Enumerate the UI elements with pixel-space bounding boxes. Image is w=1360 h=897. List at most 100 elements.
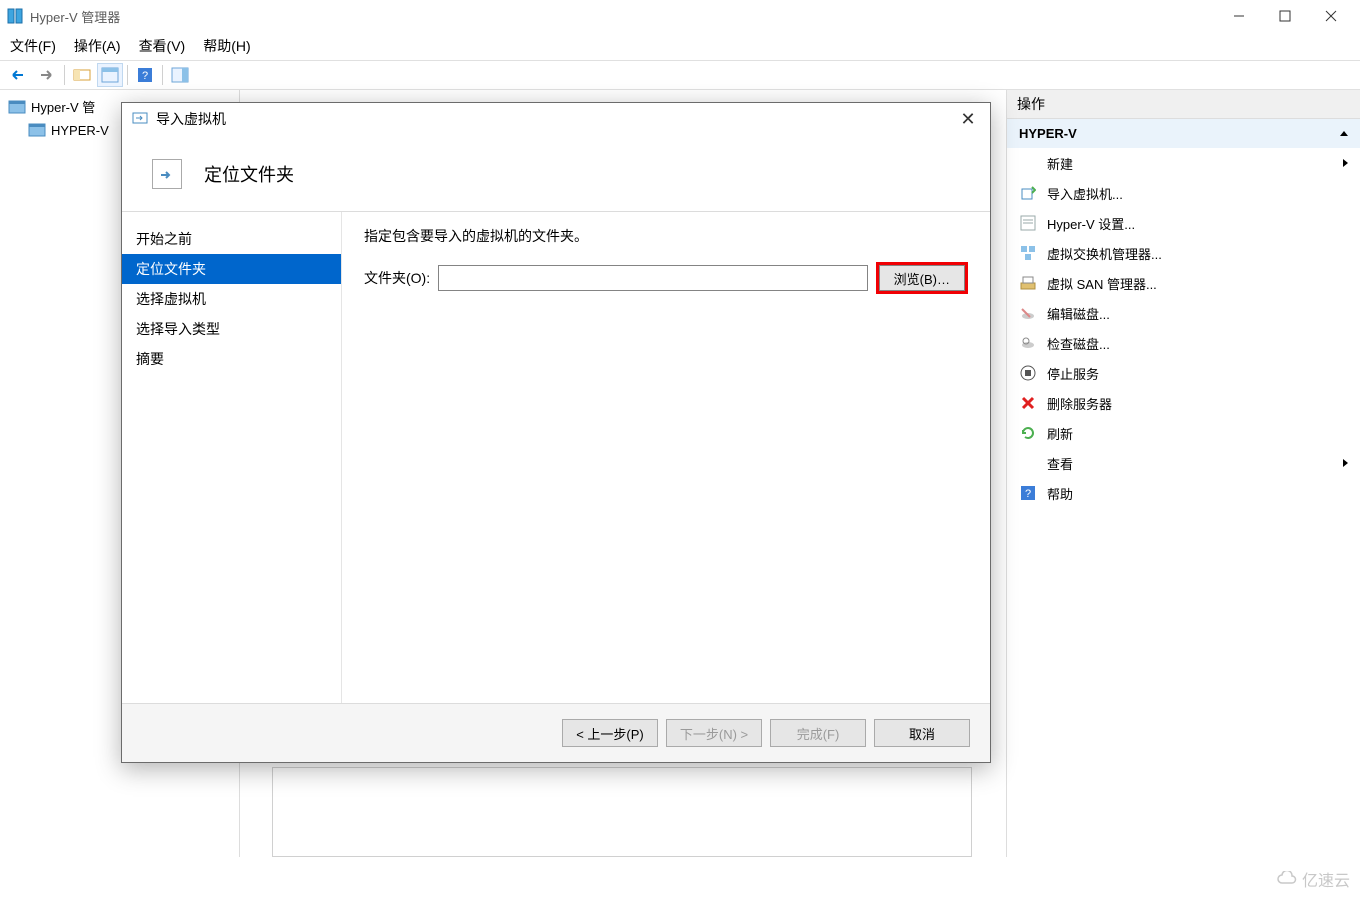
browse-highlight: 浏览(B)… xyxy=(876,262,968,294)
action-label: 停止服务 xyxy=(1047,364,1099,383)
dialog-header: 定位文件夹 xyxy=(122,135,990,211)
chevron-right-icon xyxy=(1343,159,1348,167)
forward-button[interactable] xyxy=(34,63,60,87)
action-inspect-disk[interactable]: 检查磁盘... xyxy=(1007,328,1360,358)
minimize-button[interactable] xyxy=(1216,0,1262,32)
import-vm-dialog: 导入虚拟机 ✕ 定位文件夹 开始之前 定位文件夹 选择虚拟机 选择导入类型 摘要… xyxy=(121,102,991,763)
dialog-nav: 开始之前 定位文件夹 选择虚拟机 选择导入类型 摘要 xyxy=(122,212,342,703)
blank-icon xyxy=(1019,154,1037,172)
dialog-content: 指定包含要导入的虚拟机的文件夹。 文件夹(O): 浏览(B)… xyxy=(342,212,990,703)
window-controls xyxy=(1216,0,1354,32)
app-title: Hyper-V 管理器 xyxy=(30,7,120,26)
actions-server-label: HYPER-V xyxy=(1019,126,1077,141)
show-action-pane-button[interactable] xyxy=(167,63,193,87)
close-button[interactable] xyxy=(1308,0,1354,32)
chevron-up-icon xyxy=(1340,131,1348,136)
cancel-button[interactable]: 取消 xyxy=(874,719,970,747)
menu-view[interactable]: 查看(V) xyxy=(139,36,186,56)
vsan-icon xyxy=(1019,274,1037,292)
action-label: 查看 xyxy=(1047,454,1073,473)
inspect-disk-icon xyxy=(1019,334,1037,352)
actions-panel: 操作 HYPER-V 新建 导入虚拟机... Hyper-V 设置... xyxy=(1006,90,1360,857)
action-import-vm[interactable]: 导入虚拟机... xyxy=(1007,178,1360,208)
svg-text:?: ? xyxy=(142,70,148,82)
actions-header: 操作 xyxy=(1007,90,1360,119)
menu-bar: 文件(F) 操作(A) 查看(V) 帮助(H) xyxy=(0,32,1360,60)
help-button[interactable]: ? xyxy=(132,63,158,87)
maximize-button[interactable] xyxy=(1262,0,1308,32)
delete-icon xyxy=(1019,394,1037,412)
import-icon xyxy=(1019,184,1037,202)
dialog-title-bar: 导入虚拟机 ✕ xyxy=(122,103,990,135)
action-label: 虚拟 SAN 管理器... xyxy=(1047,274,1157,293)
nav-locate-folder[interactable]: 定位文件夹 xyxy=(122,254,341,284)
separator xyxy=(64,65,65,85)
svg-text:?: ? xyxy=(1025,488,1031,500)
action-label: 编辑磁盘... xyxy=(1047,304,1110,323)
nav-summary[interactable]: 摘要 xyxy=(122,344,341,374)
action-hyperv-settings[interactable]: Hyper-V 设置... xyxy=(1007,208,1360,238)
back-button[interactable] xyxy=(6,63,32,87)
dialog-icon xyxy=(132,110,150,128)
finish-button[interactable]: 完成(F) xyxy=(770,719,866,747)
details-panel xyxy=(272,767,972,857)
watermark-text: 亿速云 xyxy=(1302,867,1350,891)
show-hide-tree-button[interactable] xyxy=(69,63,95,87)
prev-button[interactable]: < 上一步(P) xyxy=(562,719,658,747)
hyperv-manager-icon xyxy=(8,99,26,115)
tree-root-label: Hyper-V 管 xyxy=(31,97,95,116)
browse-button[interactable]: 浏览(B)… xyxy=(879,265,965,291)
folder-label: 文件夹(O): xyxy=(364,268,430,288)
nav-import-type[interactable]: 选择导入类型 xyxy=(122,314,341,344)
action-label: Hyper-V 设置... xyxy=(1047,214,1135,233)
settings-icon xyxy=(1019,214,1037,232)
action-refresh[interactable]: 刷新 xyxy=(1007,418,1360,448)
menu-action[interactable]: 操作(A) xyxy=(74,36,121,56)
folder-field-row: 文件夹(O): 浏览(B)… xyxy=(364,262,968,294)
dialog-body: 开始之前 定位文件夹 选择虚拟机 选择导入类型 摘要 指定包含要导入的虚拟机的文… xyxy=(122,211,990,704)
cloud-icon xyxy=(1276,871,1298,887)
nav-select-vm[interactable]: 选择虚拟机 xyxy=(122,284,341,314)
action-stop-service[interactable]: 停止服务 xyxy=(1007,358,1360,388)
chevron-right-icon xyxy=(1343,459,1348,467)
watermark: 亿速云 xyxy=(1276,867,1350,891)
edit-disk-icon xyxy=(1019,304,1037,322)
refresh-icon xyxy=(1019,424,1037,442)
action-label: 导入虚拟机... xyxy=(1047,184,1123,203)
dialog-step-title: 定位文件夹 xyxy=(204,161,294,187)
locate-folder-icon xyxy=(152,159,182,189)
nav-before-begin[interactable]: 开始之前 xyxy=(122,224,341,254)
action-label: 帮助 xyxy=(1047,484,1073,503)
actions-server-head[interactable]: HYPER-V xyxy=(1007,119,1360,148)
actions-body: HYPER-V 新建 导入虚拟机... Hyper-V 设置... 虚拟交换机管… xyxy=(1007,119,1360,508)
tree-server-label: HYPER-V xyxy=(51,123,109,138)
blank-icon xyxy=(1019,454,1037,472)
action-label: 刷新 xyxy=(1047,424,1073,443)
action-view[interactable]: 查看 xyxy=(1007,448,1360,478)
action-help[interactable]: ? 帮助 xyxy=(1007,478,1360,508)
separator xyxy=(127,65,128,85)
dialog-close-button[interactable]: ✕ xyxy=(956,109,980,130)
next-button[interactable]: 下一步(N) > xyxy=(666,719,762,747)
dialog-title: 导入虚拟机 xyxy=(156,109,226,129)
toolbar: ? xyxy=(0,60,1360,90)
action-vsan-manager[interactable]: 虚拟 SAN 管理器... xyxy=(1007,268,1360,298)
dialog-footer: < 上一步(P) 下一步(N) > 完成(F) 取消 xyxy=(122,704,990,762)
separator xyxy=(162,65,163,85)
content-description: 指定包含要导入的虚拟机的文件夹。 xyxy=(364,226,968,246)
action-remove-server[interactable]: 删除服务器 xyxy=(1007,388,1360,418)
stop-icon xyxy=(1019,364,1037,382)
action-label: 新建 xyxy=(1047,154,1073,173)
menu-file[interactable]: 文件(F) xyxy=(10,36,56,56)
hyperv-icon xyxy=(6,7,24,25)
folder-input[interactable] xyxy=(438,265,868,291)
action-vswitch-manager[interactable]: 虚拟交换机管理器... xyxy=(1007,238,1360,268)
help-icon: ? xyxy=(1019,484,1037,502)
vswitch-icon xyxy=(1019,244,1037,262)
action-label: 删除服务器 xyxy=(1047,394,1112,413)
action-edit-disk[interactable]: 编辑磁盘... xyxy=(1007,298,1360,328)
properties-button[interactable] xyxy=(97,63,123,87)
action-label: 检查磁盘... xyxy=(1047,334,1110,353)
action-new[interactable]: 新建 xyxy=(1007,148,1360,178)
menu-help[interactable]: 帮助(H) xyxy=(203,36,250,56)
